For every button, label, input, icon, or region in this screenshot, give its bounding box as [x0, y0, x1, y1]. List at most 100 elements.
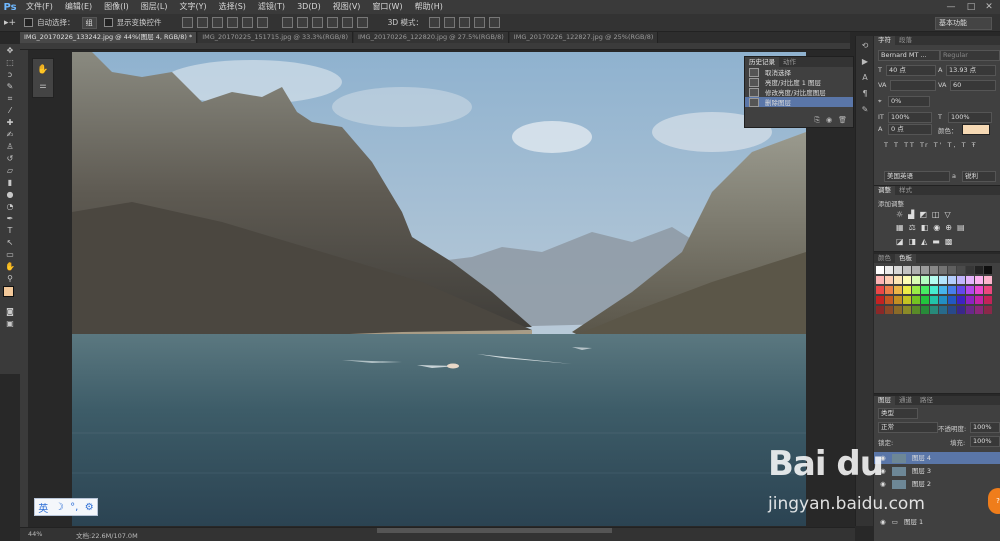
- swatch[interactable]: [975, 296, 983, 304]
- menu-help[interactable]: 帮助(H): [409, 0, 449, 14]
- color-balance-icon[interactable]: ⚖: [909, 223, 916, 232]
- align-right-icon[interactable]: [256, 17, 268, 28]
- swatch[interactable]: [966, 296, 974, 304]
- swatch[interactable]: [930, 266, 938, 274]
- distribute-middle-icon[interactable]: [296, 17, 308, 28]
- marquee-icon[interactable]: ⬚: [3, 57, 17, 68]
- swatch[interactable]: [966, 276, 974, 284]
- swatch[interactable]: [876, 266, 884, 274]
- menu-file[interactable]: 文件(F): [20, 0, 59, 14]
- distribute-top-icon[interactable]: [281, 17, 293, 28]
- document-canvas[interactable]: [72, 52, 806, 526]
- swatch[interactable]: [957, 276, 965, 284]
- font-family-dropdown[interactable]: Bernard MT ...: [878, 50, 940, 61]
- align-top-icon[interactable]: [181, 17, 193, 28]
- scale-field[interactable]: 0%: [888, 96, 930, 107]
- move-tool-icon[interactable]: ▸+: [4, 18, 16, 28]
- type-icon[interactable]: T: [3, 225, 17, 236]
- tracking-field[interactable]: 60: [950, 80, 996, 91]
- swatch[interactable]: [903, 296, 911, 304]
- swatch[interactable]: [894, 266, 902, 274]
- swatch[interactable]: [876, 276, 884, 284]
- tab-color[interactable]: 颜色: [874, 254, 895, 263]
- horizontal-scrollbar[interactable]: [377, 528, 612, 533]
- dodge-icon[interactable]: ◔: [3, 201, 17, 212]
- posterize-icon[interactable]: ◨: [909, 237, 917, 246]
- tab-adjustments[interactable]: 调整: [874, 186, 895, 195]
- lasso-icon[interactable]: ↄ: [3, 69, 17, 80]
- swatch[interactable]: [912, 296, 920, 304]
- distribute-left-icon[interactable]: [326, 17, 338, 28]
- align-center-icon[interactable]: [241, 17, 253, 28]
- swatch[interactable]: [939, 276, 947, 284]
- swatch[interactable]: [930, 276, 938, 284]
- paragraph-panel-icon[interactable]: ¶: [859, 88, 871, 100]
- swatch[interactable]: [984, 266, 992, 274]
- menu-view[interactable]: 视图(V): [327, 0, 367, 14]
- swatch[interactable]: [903, 276, 911, 284]
- crop-icon[interactable]: ⌗: [3, 93, 17, 104]
- swatch[interactable]: [984, 306, 992, 314]
- swatch[interactable]: [957, 286, 965, 294]
- swatch[interactable]: [966, 266, 974, 274]
- tab-channels[interactable]: 通道: [895, 396, 916, 405]
- swatch-grid[interactable]: [876, 266, 996, 314]
- new-document-icon[interactable]: ⎘: [814, 116, 820, 125]
- 3d-roll-icon[interactable]: [444, 17, 455, 28]
- move-icon[interactable]: ✥: [3, 45, 17, 56]
- swatch[interactable]: [921, 306, 929, 314]
- kerning-field[interactable]: [890, 80, 936, 91]
- menu-type[interactable]: 文字(Y): [173, 0, 212, 14]
- swatch[interactable]: [912, 266, 920, 274]
- swatch[interactable]: [939, 296, 947, 304]
- leading-field[interactable]: 13.93 点: [946, 65, 996, 76]
- zoom-level[interactable]: 44%: [28, 530, 42, 538]
- gear-icon[interactable]: ⚙: [85, 502, 94, 513]
- swatch[interactable]: [948, 266, 956, 274]
- font-style-dropdown[interactable]: Regular: [940, 50, 1000, 61]
- curves-icon[interactable]: ◩: [919, 210, 927, 219]
- text-color-swatch[interactable]: [962, 124, 990, 135]
- swatch[interactable]: [948, 306, 956, 314]
- exposure-icon[interactable]: ◫: [932, 210, 940, 219]
- channel-mixer-icon[interactable]: ⊕: [945, 223, 952, 232]
- show-transform-checkbox[interactable]: [103, 18, 113, 27]
- threshold-icon[interactable]: ◭: [921, 237, 927, 246]
- history-item[interactable]: 取消选择: [745, 67, 853, 77]
- swatch[interactable]: [921, 266, 929, 274]
- ime-language[interactable]: 英: [38, 500, 48, 515]
- swatch[interactable]: [939, 286, 947, 294]
- vibrance-icon[interactable]: ▽: [944, 210, 950, 219]
- swatch[interactable]: [930, 286, 938, 294]
- swatch[interactable]: [903, 306, 911, 314]
- help-button[interactable]: ?: [988, 488, 1000, 514]
- swatch[interactable]: [921, 286, 929, 294]
- hue-sat-icon[interactable]: ▦: [896, 223, 904, 232]
- auto-select-checkbox[interactable]: [24, 18, 34, 27]
- swatch[interactable]: [957, 296, 965, 304]
- hand-preset-icon[interactable]: ✋: [33, 65, 53, 75]
- 3d-drag-icon[interactable]: [459, 17, 470, 28]
- tab-paths[interactable]: 路径: [916, 396, 937, 405]
- path-select-icon[interactable]: ↖: [3, 237, 17, 248]
- swatch[interactable]: [876, 306, 884, 314]
- tab-document-1[interactable]: IMG_20170226_133242.jpg @ 44%(图层 4, RGB/…: [20, 32, 198, 43]
- screen-mode-icon[interactable]: ▣: [3, 318, 17, 329]
- swatch[interactable]: [939, 266, 947, 274]
- swatch[interactable]: [984, 276, 992, 284]
- swatch[interactable]: [975, 276, 983, 284]
- language-dropdown[interactable]: 美国英语: [884, 171, 950, 182]
- tab-document-3[interactable]: IMG_20170226_122820.jpg @ 27.5%(RGB/8): [354, 32, 509, 43]
- 3d-scale-icon[interactable]: [489, 17, 500, 28]
- vertical-scale-field[interactable]: 100%: [888, 112, 932, 123]
- history-item[interactable]: 亮度/对比度 1 图层: [745, 77, 853, 87]
- options-icon[interactable]: ⚌: [33, 81, 53, 90]
- healing-icon[interactable]: ✚: [3, 117, 17, 128]
- quick-mask-icon[interactable]: ◙: [3, 306, 17, 317]
- foreground-color[interactable]: [3, 286, 14, 297]
- tab-swatches[interactable]: 色板: [895, 254, 916, 263]
- swatch[interactable]: [885, 276, 893, 284]
- swatch[interactable]: [948, 276, 956, 284]
- swatch[interactable]: [921, 276, 929, 284]
- history-item-selected[interactable]: 删除图层: [745, 97, 853, 107]
